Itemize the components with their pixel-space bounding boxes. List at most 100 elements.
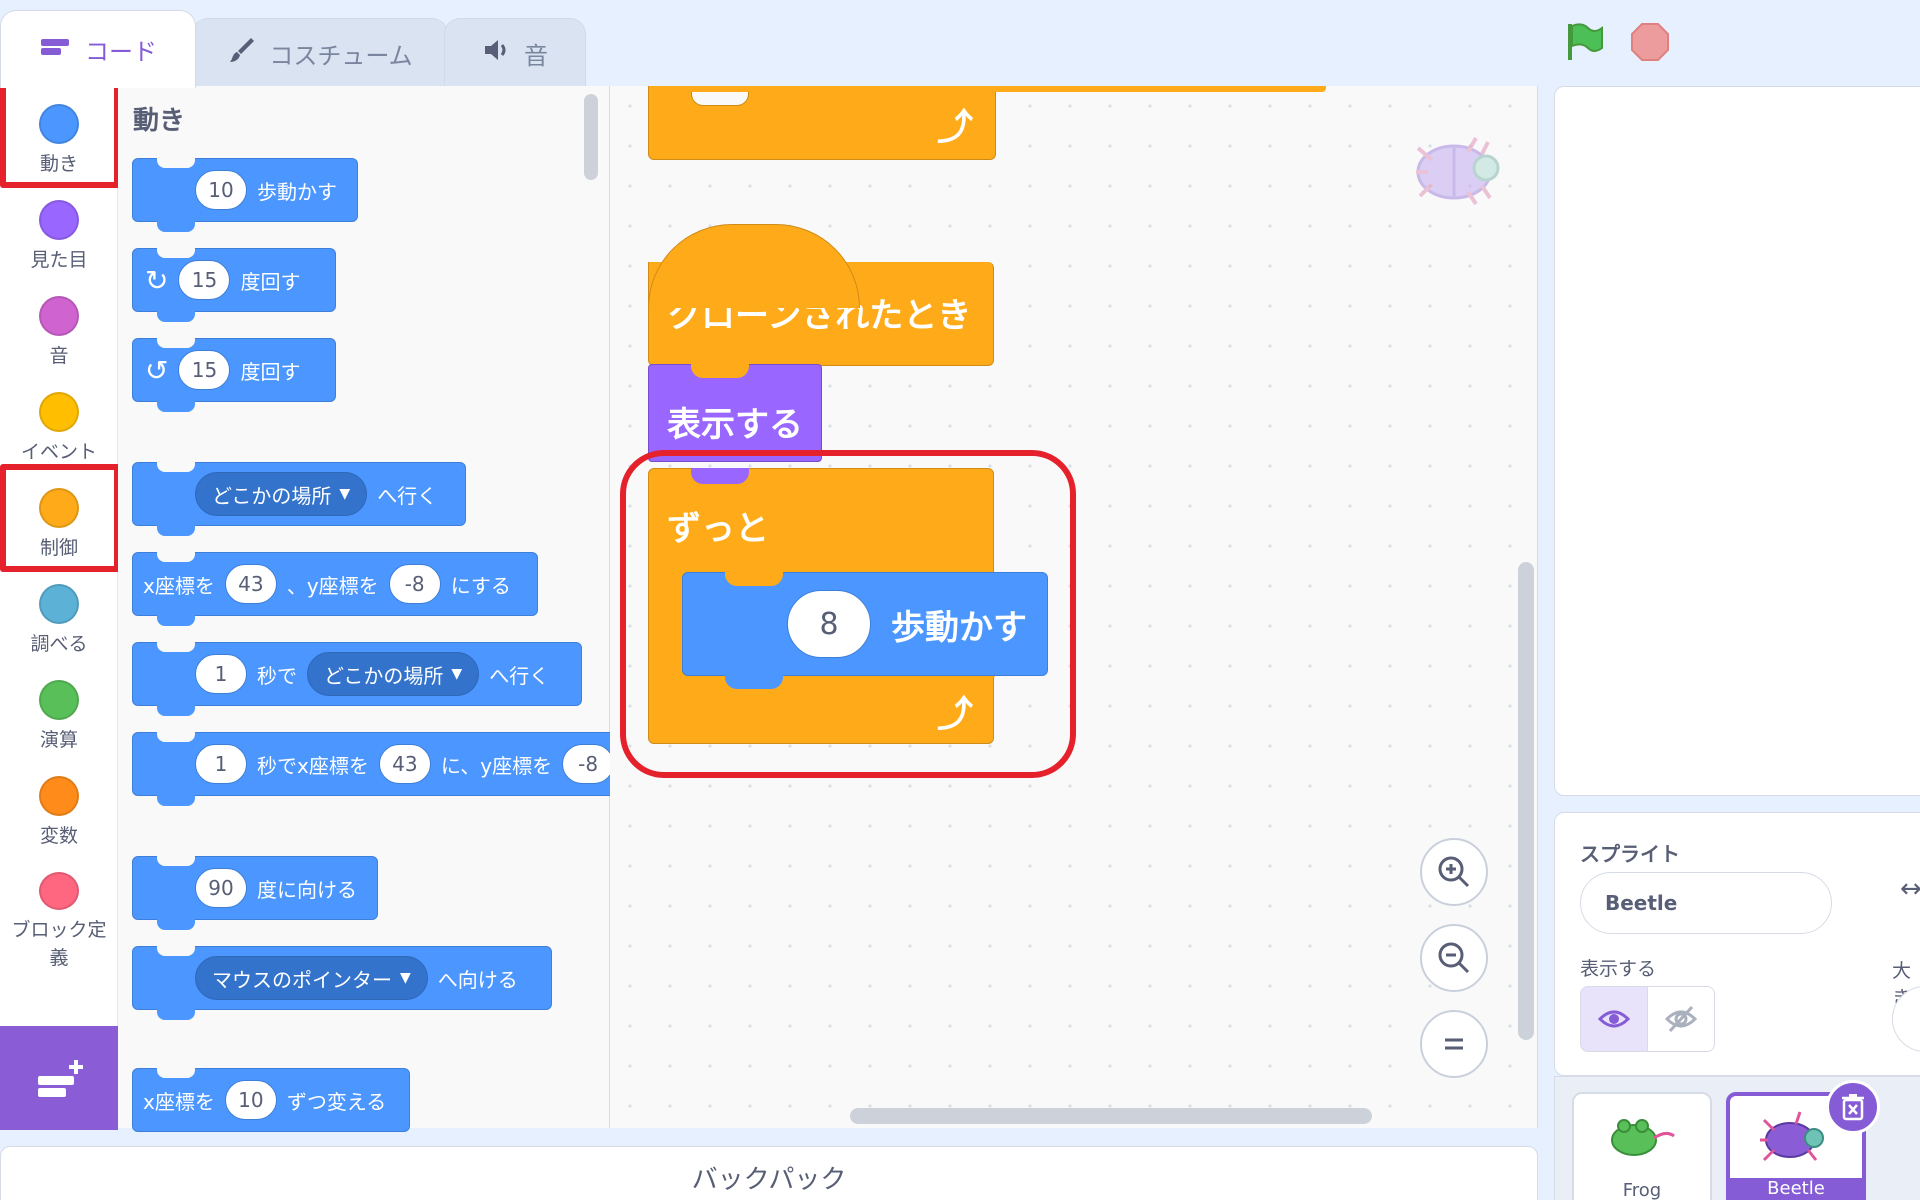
category-looks[interactable]: 見た目: [0, 190, 118, 286]
category-sensing[interactable]: 調べる: [0, 574, 118, 670]
zoom-out-icon: [1438, 942, 1470, 974]
chevron-down-icon: ▼: [339, 486, 351, 502]
looks-dot-icon: [39, 200, 79, 240]
extension-icon: [38, 1060, 83, 1097]
block-goto-xy[interactable]: x座標を 43 、y座標を -8 にする: [132, 552, 538, 626]
operators-dot-icon: [39, 680, 79, 720]
sprite-name-input[interactable]: [1580, 872, 1832, 934]
show-sprite-button[interactable]: [1580, 986, 1648, 1052]
category-variables[interactable]: 変数: [0, 766, 118, 862]
block-point-towards[interactable]: マウスのポインター ▼ へ向ける: [132, 946, 552, 1020]
zoom-out-button[interactable]: [1420, 924, 1488, 992]
zoom-in-button[interactable]: [1420, 838, 1488, 906]
palette-scrollbar[interactable]: [584, 94, 598, 180]
glide-target-dropdown[interactable]: どこかの場所 ▼: [307, 652, 480, 696]
highlight-forever-loop: [620, 450, 1076, 778]
y-input[interactable]: -8: [562, 744, 615, 784]
category-label: イベント: [20, 441, 97, 463]
x-input[interactable]: 43: [378, 744, 431, 784]
show-block[interactable]: 表示する: [648, 364, 822, 462]
tab-costumes[interactable]: コスチューム: [192, 18, 448, 88]
script-horizontal-scrollbar[interactable]: [850, 1108, 1372, 1124]
category-label: 音: [49, 345, 69, 367]
hide-sprite-button[interactable]: [1647, 986, 1715, 1052]
block-text: 度に向ける: [257, 877, 357, 902]
rotate-left-icon: ↺: [145, 353, 169, 387]
block-text: へ行く: [377, 483, 438, 508]
block-text: x座標を: [143, 573, 215, 598]
block-move-steps[interactable]: 10 歩動かす: [132, 158, 358, 232]
sprite-tile-frog[interactable]: Frog: [1572, 1092, 1712, 1200]
backpack-bar[interactable]: バックパック: [0, 1146, 1538, 1200]
seconds-input[interactable]: 1: [195, 654, 247, 694]
highlight-motion: [0, 80, 120, 188]
partial-loop-block[interactable]: ⤴: [648, 86, 996, 160]
tab-code[interactable]: コード: [0, 10, 196, 88]
delete-sprite-button[interactable]: [1826, 1080, 1880, 1134]
eye-hidden-icon: [1665, 1005, 1697, 1033]
category-sound[interactable]: 音: [0, 286, 118, 382]
eye-icon: [1598, 1010, 1630, 1028]
y-input[interactable]: -8: [388, 564, 441, 604]
tab-sounds[interactable]: 音: [444, 18, 586, 88]
rotate-right-icon: ↻: [145, 263, 169, 297]
loop-arrow-icon: ⤴: [937, 107, 974, 148]
block-change-x[interactable]: x座標を 10 ずつ変える: [132, 1068, 410, 1132]
equals-icon: [1445, 1038, 1463, 1050]
seconds-input[interactable]: 1: [195, 744, 247, 784]
category-label: 演算: [39, 729, 78, 751]
x-input[interactable]: 43: [224, 564, 277, 604]
block-text: 秒でx座標を: [257, 753, 369, 778]
highlight-control: [0, 464, 120, 572]
block-text: に、y座標を: [440, 753, 553, 778]
sprite-beetle-watermark: [1398, 118, 1508, 218]
speaker-icon: [482, 37, 512, 70]
add-extension-button[interactable]: [0, 1026, 118, 1130]
change-x-input[interactable]: 10: [224, 1080, 277, 1120]
category-operators[interactable]: 演算: [0, 670, 118, 766]
tab-code-label: コード: [85, 38, 157, 66]
script-vertical-scrollbar[interactable]: [1518, 562, 1534, 1040]
block-text: 、y座標を: [286, 573, 379, 598]
block-text: 度回す: [240, 269, 301, 294]
tab-sounds-label: 音: [524, 42, 548, 70]
degrees-input[interactable]: 15: [178, 350, 231, 390]
category-label: 見た目: [30, 249, 88, 271]
block-text: ずつ変える: [286, 1089, 387, 1114]
direction-input[interactable]: 90: [195, 868, 247, 908]
category-label: 調べる: [30, 633, 88, 655]
tab-costumes-label: コスチューム: [269, 42, 413, 70]
block-goto[interactable]: どこかの場所 ▼ へ行く: [132, 462, 466, 536]
zoom-in-icon: [1438, 856, 1470, 888]
show-label: 表示する: [1580, 958, 1657, 980]
goto-target-dropdown[interactable]: どこかの場所 ▼: [195, 472, 368, 516]
green-flag-icon[interactable]: [1562, 20, 1606, 64]
towards-target-dropdown[interactable]: マウスのポインター ▼: [195, 956, 428, 1000]
sound-dot-icon: [39, 296, 79, 336]
block-text: 度回す: [240, 359, 301, 384]
block-text: へ行く: [489, 663, 550, 688]
block-text: にする: [450, 573, 511, 598]
block-glide-xy[interactable]: 1 秒でx座標を 43 に、y座標を -8: [132, 732, 632, 806]
frog-thumbnail-icon: [1611, 1119, 1675, 1156]
block-turn-right[interactable]: ↻ 15 度回す: [132, 248, 336, 322]
x-arrow-icon: ↔: [1900, 874, 1920, 904]
zoom-reset-button[interactable]: [1420, 1010, 1488, 1078]
events-dot-icon: [39, 392, 79, 432]
block-point-direction[interactable]: 90 度に向ける: [132, 856, 378, 930]
category-label: ブロック定義: [11, 919, 107, 969]
variables-dot-icon: [39, 776, 79, 816]
category-my-blocks[interactable]: ブロック定義: [0, 862, 118, 972]
sprite-tile-name: Frog: [1622, 1180, 1662, 1200]
steps-input[interactable]: 10: [195, 170, 247, 210]
show-block-text: 表示する: [667, 405, 803, 445]
backpack-label: バックパック: [691, 1165, 847, 1195]
degrees-input[interactable]: 15: [178, 260, 231, 300]
chevron-down-icon: ▼: [451, 666, 463, 682]
category-label: 変数: [39, 825, 78, 847]
stage-canvas[interactable]: [1554, 86, 1920, 796]
stop-icon[interactable]: [1630, 22, 1670, 62]
block-turn-left[interactable]: ↺ 15 度回す: [132, 338, 336, 412]
chevron-down-icon: ▼: [400, 970, 411, 986]
block-glide[interactable]: 1 秒で どこかの場所 ▼ へ行く: [132, 642, 582, 716]
